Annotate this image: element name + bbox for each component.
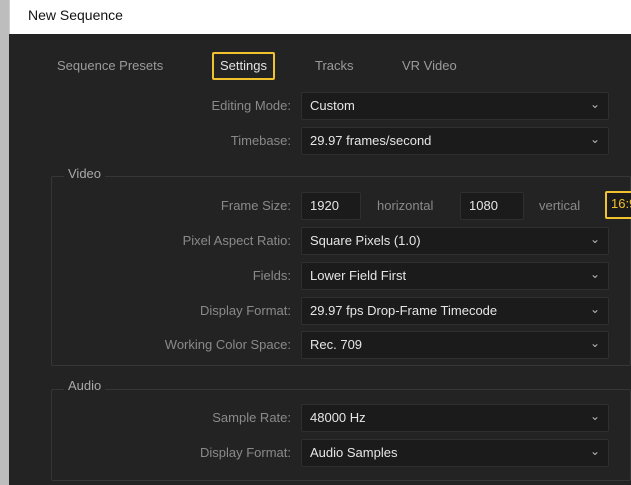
- timebase-value: 29.97 frames/second: [310, 133, 432, 148]
- fields-dropdown[interactable]: Lower Field First ⌄: [301, 262, 609, 290]
- video-display-format-dropdown[interactable]: 29.97 fps Drop-Frame Timecode ⌄: [301, 297, 609, 325]
- sample-rate-dropdown[interactable]: 48000 Hz ⌄: [301, 404, 609, 432]
- video-display-format-value: 29.97 fps Drop-Frame Timecode: [310, 303, 498, 318]
- tab-settings[interactable]: Settings: [212, 52, 275, 80]
- frame-size-label: Frame Size:: [220, 198, 291, 213]
- left-edge: [0, 0, 9, 485]
- horizontal-label: horizontal: [377, 198, 434, 213]
- pixel-aspect-ratio-value: Square Pixels (1.0): [310, 233, 421, 248]
- frame-width-input[interactable]: 1920: [301, 192, 361, 220]
- working-color-space-dropdown[interactable]: Rec. 709 ⌄: [301, 331, 609, 359]
- sample-rate-label: Sample Rate:: [212, 410, 291, 425]
- sample-rate-value: 48000 Hz: [310, 410, 366, 425]
- chevron-down-icon: ⌄: [589, 444, 600, 458]
- fields-label: Fields:: [252, 268, 291, 283]
- audio-display-format-value: Audio Samples: [310, 445, 398, 460]
- frame-height-input[interactable]: 1080: [460, 192, 524, 220]
- frame-width-value: 1920: [310, 198, 339, 213]
- audio-group: [51, 389, 631, 481]
- aspect-ratio-readout: 16:9: [605, 191, 631, 219]
- chevron-down-icon: ⌄: [589, 336, 600, 350]
- chevron-down-icon: ⌄: [589, 132, 600, 146]
- title-bar: New Sequence: [9, 0, 631, 34]
- editing-mode-value: Custom: [310, 98, 355, 113]
- editing-mode-dropdown[interactable]: Custom ⌄: [301, 92, 609, 120]
- chevron-down-icon: ⌄: [589, 302, 600, 316]
- fields-value: Lower Field First: [310, 268, 407, 283]
- tab-sequence-presets[interactable]: Sequence Presets: [57, 58, 163, 73]
- audio-group-title: Audio: [64, 378, 106, 393]
- aspect-ratio-value: 16:9: [611, 196, 631, 211]
- chevron-down-icon: ⌄: [589, 232, 600, 246]
- chevron-down-icon: ⌄: [589, 97, 600, 111]
- tab-vr-video[interactable]: VR Video: [402, 58, 457, 73]
- video-group-title: Video: [64, 166, 106, 181]
- pixel-aspect-ratio-label: Pixel Aspect Ratio:: [182, 233, 291, 248]
- chevron-down-icon: ⌄: [589, 409, 600, 423]
- frame-height-value: 1080: [469, 198, 498, 213]
- editing-mode-label: Editing Mode:: [211, 98, 292, 113]
- dialog-content: Sequence Presets Settings Tracks VR Vide…: [9, 34, 631, 485]
- pixel-aspect-ratio-dropdown[interactable]: Square Pixels (1.0) ⌄: [301, 227, 609, 255]
- timebase-dropdown[interactable]: 29.97 frames/second ⌄: [301, 127, 609, 155]
- tab-tracks[interactable]: Tracks: [315, 58, 354, 73]
- working-color-space-label: Working Color Space:: [164, 337, 291, 352]
- vertical-label: vertical: [539, 198, 581, 213]
- tab-bar: Sequence Presets Settings Tracks VR Vide…: [9, 34, 631, 80]
- dialog-title: New Sequence: [28, 7, 123, 23]
- working-color-space-value: Rec. 709: [310, 337, 363, 352]
- timebase-label: Timebase:: [230, 133, 291, 148]
- audio-display-format-label: Display Format:: [199, 445, 291, 460]
- new-sequence-dialog: New Sequence Sequence Presets Settings T…: [0, 0, 631, 485]
- chevron-down-icon: ⌄: [589, 267, 600, 281]
- video-display-format-label: Display Format:: [199, 303, 291, 318]
- audio-display-format-dropdown[interactable]: Audio Samples ⌄: [301, 439, 609, 467]
